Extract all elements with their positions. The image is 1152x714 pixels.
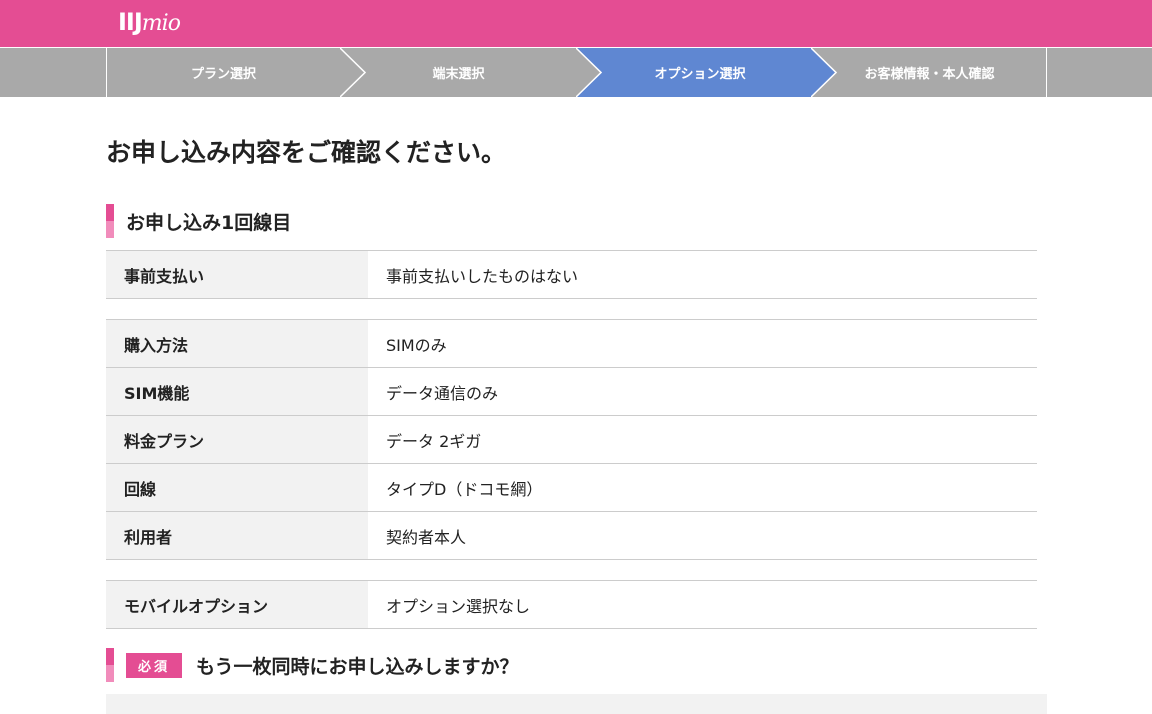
chevron-icon — [576, 48, 602, 97]
table-row: 購入方法SIMのみ — [106, 320, 1037, 368]
row-label: 料金プラン — [106, 416, 368, 464]
section-marker — [106, 648, 114, 682]
table-row: 料金プランデータ 2ギガ — [106, 416, 1037, 464]
row-label: モバイルオプション — [106, 581, 368, 629]
page-title: お申し込み内容をご確認ください。 — [106, 133, 506, 169]
row-label: 事前支払い — [106, 251, 368, 299]
step-label: お客様情報・本人確認 — [864, 63, 994, 82]
step-label: オプション選択 — [654, 63, 745, 82]
table-row: 事前支払い事前支払いしたものはない — [106, 251, 1037, 299]
step-plan: プラン選択 — [106, 48, 341, 97]
row-label: 回線 — [106, 464, 368, 512]
table-row: SIM機能データ通信のみ — [106, 368, 1037, 416]
row-value: 事前支払いしたものはない — [368, 251, 1037, 299]
contract-table: 購入方法SIMのみ SIM機能データ通信のみ 料金プランデータ 2ギガ 回線タイ… — [106, 319, 1037, 560]
section-heading-line1: お申し込み1回線目 — [106, 204, 291, 238]
header: IIJmio — [0, 0, 1152, 47]
option-table: モバイルオプションオプション選択なし — [106, 580, 1037, 629]
additional-line-options — [106, 694, 1047, 714]
chevron-icon — [811, 48, 837, 97]
section-title: お申し込み1回線目 — [126, 208, 291, 235]
table-row: 利用者契約者本人 — [106, 512, 1037, 560]
row-value: データ通信のみ — [368, 368, 1037, 416]
step-label: 端末選択 — [432, 63, 484, 82]
step-device: 端末選択 — [341, 48, 576, 97]
iijmio-logo[interactable]: IIJmio — [118, 8, 180, 36]
table-row: 回線タイプD（ドコモ網） — [106, 464, 1037, 512]
row-label: SIM機能 — [106, 368, 368, 416]
row-label: 利用者 — [106, 512, 368, 560]
row-value: データ 2ギガ — [368, 416, 1037, 464]
row-value: SIMのみ — [368, 320, 1037, 368]
section-heading-additional: 必須 もう一枚同時にお申し込みしますか？ — [106, 648, 518, 682]
required-badge: 必須 — [126, 653, 182, 678]
step-customer-info: お客様情報・本人確認 — [812, 48, 1047, 97]
row-value: 契約者本人 — [368, 512, 1037, 560]
progress-steps: プラン選択 端末選択 オプション選択 お客様情報・本人確認 — [0, 47, 1152, 97]
row-label: 購入方法 — [106, 320, 368, 368]
chevron-icon — [340, 48, 366, 97]
step-label: プラン選択 — [191, 63, 256, 82]
section-title: もう一枚同時にお申し込みしますか？ — [196, 652, 518, 679]
row-value: オプション選択なし — [368, 581, 1037, 629]
table-row: モバイルオプションオプション選択なし — [106, 581, 1037, 629]
section-marker — [106, 204, 114, 238]
step-option: オプション選択 — [577, 48, 835, 97]
prepayment-table: 事前支払い事前支払いしたものはない — [106, 250, 1037, 299]
row-value: タイプD（ドコモ網） — [368, 464, 1037, 512]
